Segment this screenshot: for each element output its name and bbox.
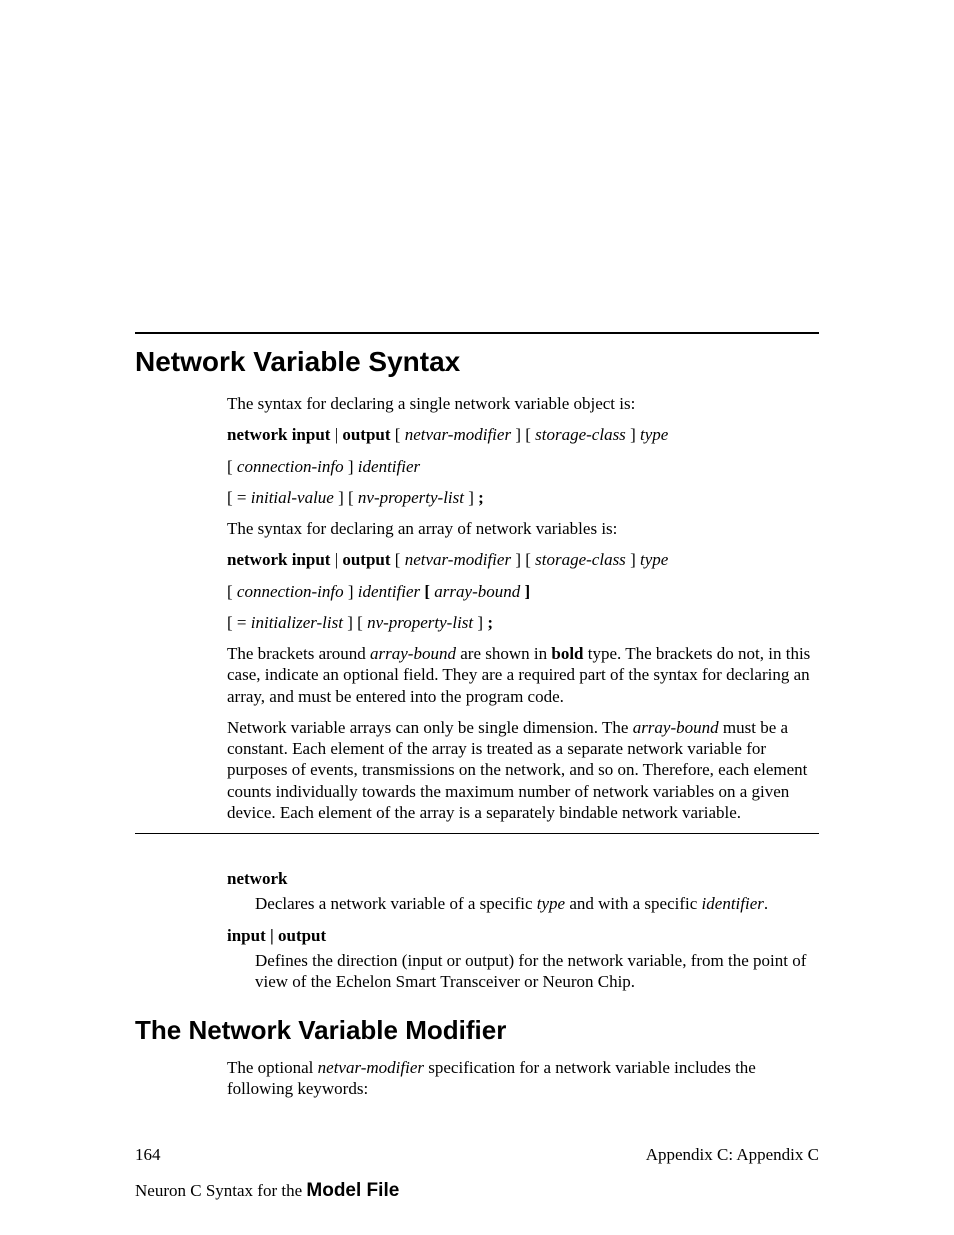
heading-nv-modifier: The Network Variable Modifier (135, 1014, 819, 1047)
intro-p1: The syntax for declaring a single networ… (227, 393, 819, 414)
intro-p4: Network variable arrays can only be sing… (227, 717, 819, 823)
intro-p3: The brackets around array-bound are show… (227, 643, 819, 707)
rule-mid (135, 833, 819, 834)
syntax-single-line2: [ connection-info ] identifier (227, 456, 819, 477)
syntax-single-line3: [ = initial-value ] [ nv-property-list ]… (227, 487, 819, 508)
term-network-label: network (227, 868, 819, 889)
rule-top (135, 332, 819, 334)
body-block-1: The syntax for declaring a single networ… (227, 393, 819, 823)
page-number: 164 (135, 1144, 161, 1165)
term-io-desc: Defines the direction (input or output) … (255, 950, 819, 993)
syntax-array-line3: [ = initializer-list ] [ nv-property-lis… (227, 612, 819, 633)
heading-network-variable-syntax: Network Variable Syntax (135, 344, 819, 379)
term-network-desc: Declares a network variable of a specifi… (255, 893, 819, 914)
footer-line2-a: Neuron C Syntax for the (135, 1181, 306, 1200)
footer-line1: 164 Appendix C: Appendix C (135, 1144, 819, 1165)
intro-p2: The syntax for declaring an array of net… (227, 518, 819, 539)
footer-line2: Neuron C Syntax for the Model File (135, 1179, 399, 1203)
nvmod-block: The Network Variable Modifier The option… (227, 1014, 819, 1099)
term-block: network Declares a network variable of a… (227, 868, 819, 992)
syntax-single-line1: network input | output [ netvar-modifier… (227, 424, 819, 445)
page: Network Variable Syntax The syntax for d… (0, 0, 954, 1235)
nvmod-p: The optional netvar-modifier specificati… (227, 1057, 819, 1100)
syntax-array-line1: network input | output [ netvar-modifier… (227, 549, 819, 570)
footer-line2-b: Model File (306, 1180, 399, 1201)
term-io-label: input | output (227, 925, 819, 946)
appendix-label: Appendix C: Appendix C (646, 1144, 819, 1165)
syntax-array-line2: [ connection-info ] identifier [ array-b… (227, 581, 819, 602)
